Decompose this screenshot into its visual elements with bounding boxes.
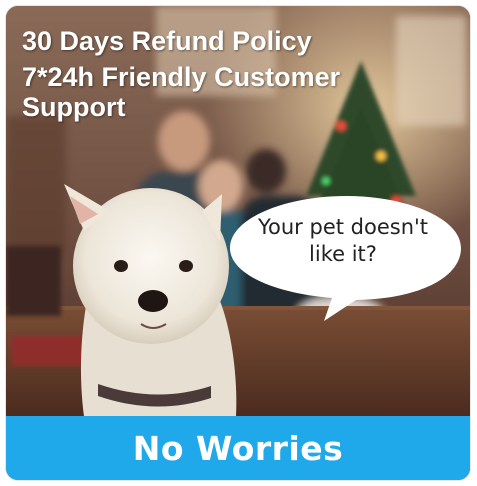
no-worries-label: No Worries — [132, 428, 344, 468]
refund-policy-banner: 30 Days Refund Policy 7*24h Friendly Cus… — [6, 6, 470, 480]
headline: 30 Days Refund Policy 7*24h Friendly Cus… — [22, 24, 452, 122]
no-worries-bar: No Worries — [6, 416, 470, 480]
speech-bubble-text: Your pet doesn't like it? — [257, 215, 429, 266]
customer-support-text: 7*24h Friendly Customer Support — [22, 62, 341, 122]
refund-policy-text: 30 Days Refund Policy — [22, 26, 312, 56]
